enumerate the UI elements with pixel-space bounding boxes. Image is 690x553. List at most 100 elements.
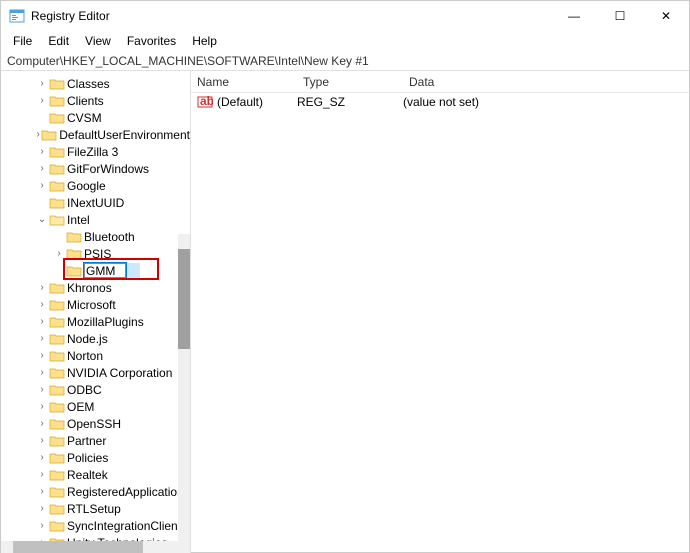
tree-item[interactable]: › FileZilla 3 bbox=[1, 143, 190, 160]
tree-hscroll[interactable] bbox=[1, 541, 190, 553]
tree-item[interactable]: ›DefaultUserEnvironment bbox=[1, 126, 190, 143]
tree-label: Microsoft bbox=[67, 298, 116, 312]
chevron-right-icon[interactable]: › bbox=[35, 401, 49, 412]
tree-item[interactable]: ›Google bbox=[1, 177, 190, 194]
chevron-right-icon[interactable]: › bbox=[35, 452, 49, 463]
tree-item[interactable]: › MozillaPlugins bbox=[1, 313, 190, 330]
maximize-button[interactable]: ☐ bbox=[597, 1, 643, 31]
tree-item[interactable]: › OpenSSH bbox=[1, 415, 190, 432]
tree-label: MozillaPlugins bbox=[67, 315, 144, 329]
tree-label: SyncIntegrationClients bbox=[67, 519, 187, 533]
folder-icon bbox=[49, 298, 65, 312]
menu-favorites[interactable]: Favorites bbox=[119, 32, 184, 50]
rename-input[interactable] bbox=[84, 263, 126, 278]
tree-item[interactable]: › OEM bbox=[1, 398, 190, 415]
tree-item[interactable]: ›Node.js bbox=[1, 330, 190, 347]
chevron-down-icon[interactable]: ⌄ bbox=[35, 214, 49, 225]
chevron-right-icon[interactable]: › bbox=[35, 435, 49, 446]
titlebar[interactable]: Registry Editor — ☐ ✕ bbox=[1, 1, 689, 31]
tree-item[interactable]: › Khronos bbox=[1, 279, 190, 296]
menubar: File Edit View Favorites Help bbox=[1, 31, 689, 51]
chevron-right-icon[interactable]: › bbox=[35, 469, 49, 480]
tree-item[interactable]: ⌄Intel bbox=[1, 211, 190, 228]
folder-icon bbox=[66, 247, 82, 261]
tree-item[interactable]: › SyncIntegrationClients bbox=[1, 517, 190, 534]
tree-item[interactable]: ›ODBC bbox=[1, 381, 190, 398]
tree-item[interactable]: CVSM bbox=[1, 109, 190, 126]
chevron-right-icon[interactable]: › bbox=[35, 299, 49, 310]
col-header-data[interactable]: Data bbox=[403, 75, 689, 89]
chevron-right-icon[interactable]: › bbox=[35, 384, 49, 395]
chevron-right-icon[interactable]: › bbox=[35, 282, 49, 293]
close-button[interactable]: ✕ bbox=[643, 1, 689, 31]
tree-item[interactable]: ›Realtek bbox=[1, 466, 190, 483]
folder-icon bbox=[49, 77, 65, 91]
chevron-right-icon[interactable]: › bbox=[35, 180, 49, 191]
tree-item[interactable]: › Microsoft bbox=[1, 296, 190, 313]
tree-item[interactable]: ›Clients bbox=[1, 92, 190, 109]
window-controls: — ☐ ✕ bbox=[551, 1, 689, 31]
folder-icon bbox=[49, 451, 65, 465]
col-header-type[interactable]: Type bbox=[297, 75, 403, 89]
tree-item[interactable]: ›Unity Technologies bbox=[1, 534, 190, 541]
chevron-right-icon[interactable]: › bbox=[35, 333, 49, 344]
window-title: Registry Editor bbox=[31, 9, 551, 23]
tree-item[interactable]: ›Partner bbox=[1, 432, 190, 449]
tree-hscroll-thumb[interactable] bbox=[13, 541, 143, 553]
chevron-right-icon[interactable]: › bbox=[35, 316, 49, 327]
address-bar[interactable]: Computer\HKEY_LOCAL_MACHINE\SOFTWARE\Int… bbox=[1, 51, 689, 71]
chevron-right-icon[interactable]: › bbox=[35, 503, 49, 514]
folder-icon bbox=[49, 383, 65, 397]
folder-icon bbox=[49, 162, 65, 176]
tree-item[interactable]: ›GitForWindows bbox=[1, 160, 190, 177]
chevron-right-icon[interactable]: › bbox=[52, 248, 66, 259]
chevron-right-icon[interactable]: › bbox=[35, 520, 49, 531]
chevron-right-icon[interactable]: › bbox=[35, 163, 49, 174]
folder-icon bbox=[49, 349, 65, 363]
folder-icon bbox=[49, 179, 65, 193]
folder-icon bbox=[66, 230, 82, 244]
menu-help[interactable]: Help bbox=[184, 32, 225, 50]
tree-item[interactable]: › PSIS bbox=[1, 245, 190, 262]
workspace: ›Classes›ClientsCVSM›DefaultUserEnvironm… bbox=[1, 71, 689, 553]
chevron-right-icon[interactable]: › bbox=[35, 367, 49, 378]
folder-icon bbox=[49, 400, 65, 414]
value-name: (Default) bbox=[217, 95, 297, 109]
tree-item[interactable]: ›Policies bbox=[1, 449, 190, 466]
tree-vscroll-thumb[interactable] bbox=[178, 249, 190, 349]
tree-panel[interactable]: ›Classes›ClientsCVSM›DefaultUserEnvironm… bbox=[1, 71, 191, 553]
tree-item[interactable] bbox=[1, 262, 190, 279]
tree-label: FileZilla 3 bbox=[67, 145, 118, 159]
col-header-name[interactable]: Name bbox=[191, 75, 297, 89]
tree-label: OEM bbox=[67, 400, 94, 414]
menu-file[interactable]: File bbox=[5, 32, 40, 50]
menu-view[interactable]: View bbox=[77, 32, 119, 50]
tree-label: Khronos bbox=[67, 281, 112, 295]
chevron-right-icon[interactable]: › bbox=[35, 146, 49, 157]
chevron-right-icon[interactable]: › bbox=[35, 78, 49, 89]
menu-edit[interactable]: Edit bbox=[40, 32, 77, 50]
folder-icon bbox=[41, 128, 57, 142]
tree-label: NVIDIA Corporation bbox=[67, 366, 172, 380]
list-panel[interactable]: Name Type Data ab (Default) REG_SZ (valu… bbox=[191, 71, 689, 553]
tree-item[interactable]: › NVIDIA Corporation bbox=[1, 364, 190, 381]
chevron-right-icon[interactable]: › bbox=[35, 95, 49, 106]
value-data: (value not set) bbox=[403, 95, 689, 109]
folder-icon bbox=[49, 315, 65, 329]
value-row[interactable]: ab (Default) REG_SZ (value not set) bbox=[191, 93, 689, 111]
tree-item[interactable]: INextUUID bbox=[1, 194, 190, 211]
tree-item[interactable]: › RTLSetup bbox=[1, 500, 190, 517]
chevron-right-icon[interactable]: › bbox=[35, 418, 49, 429]
tree-item[interactable]: Bluetooth bbox=[1, 228, 190, 245]
chevron-right-icon[interactable]: › bbox=[35, 486, 49, 497]
tree-label: RTLSetup bbox=[67, 502, 121, 516]
tree-item[interactable]: ›RegisteredApplications bbox=[1, 483, 190, 500]
tree-vscroll[interactable] bbox=[178, 234, 190, 553]
tree-item[interactable]: ›Classes bbox=[1, 75, 190, 92]
tree-label: OpenSSH bbox=[67, 417, 121, 431]
minimize-button[interactable]: — bbox=[551, 1, 597, 31]
folder-icon bbox=[49, 332, 65, 346]
tree-item[interactable]: ›Norton bbox=[1, 347, 190, 364]
chevron-right-icon[interactable]: › bbox=[35, 350, 49, 361]
tree-label: PSIS bbox=[84, 247, 111, 261]
